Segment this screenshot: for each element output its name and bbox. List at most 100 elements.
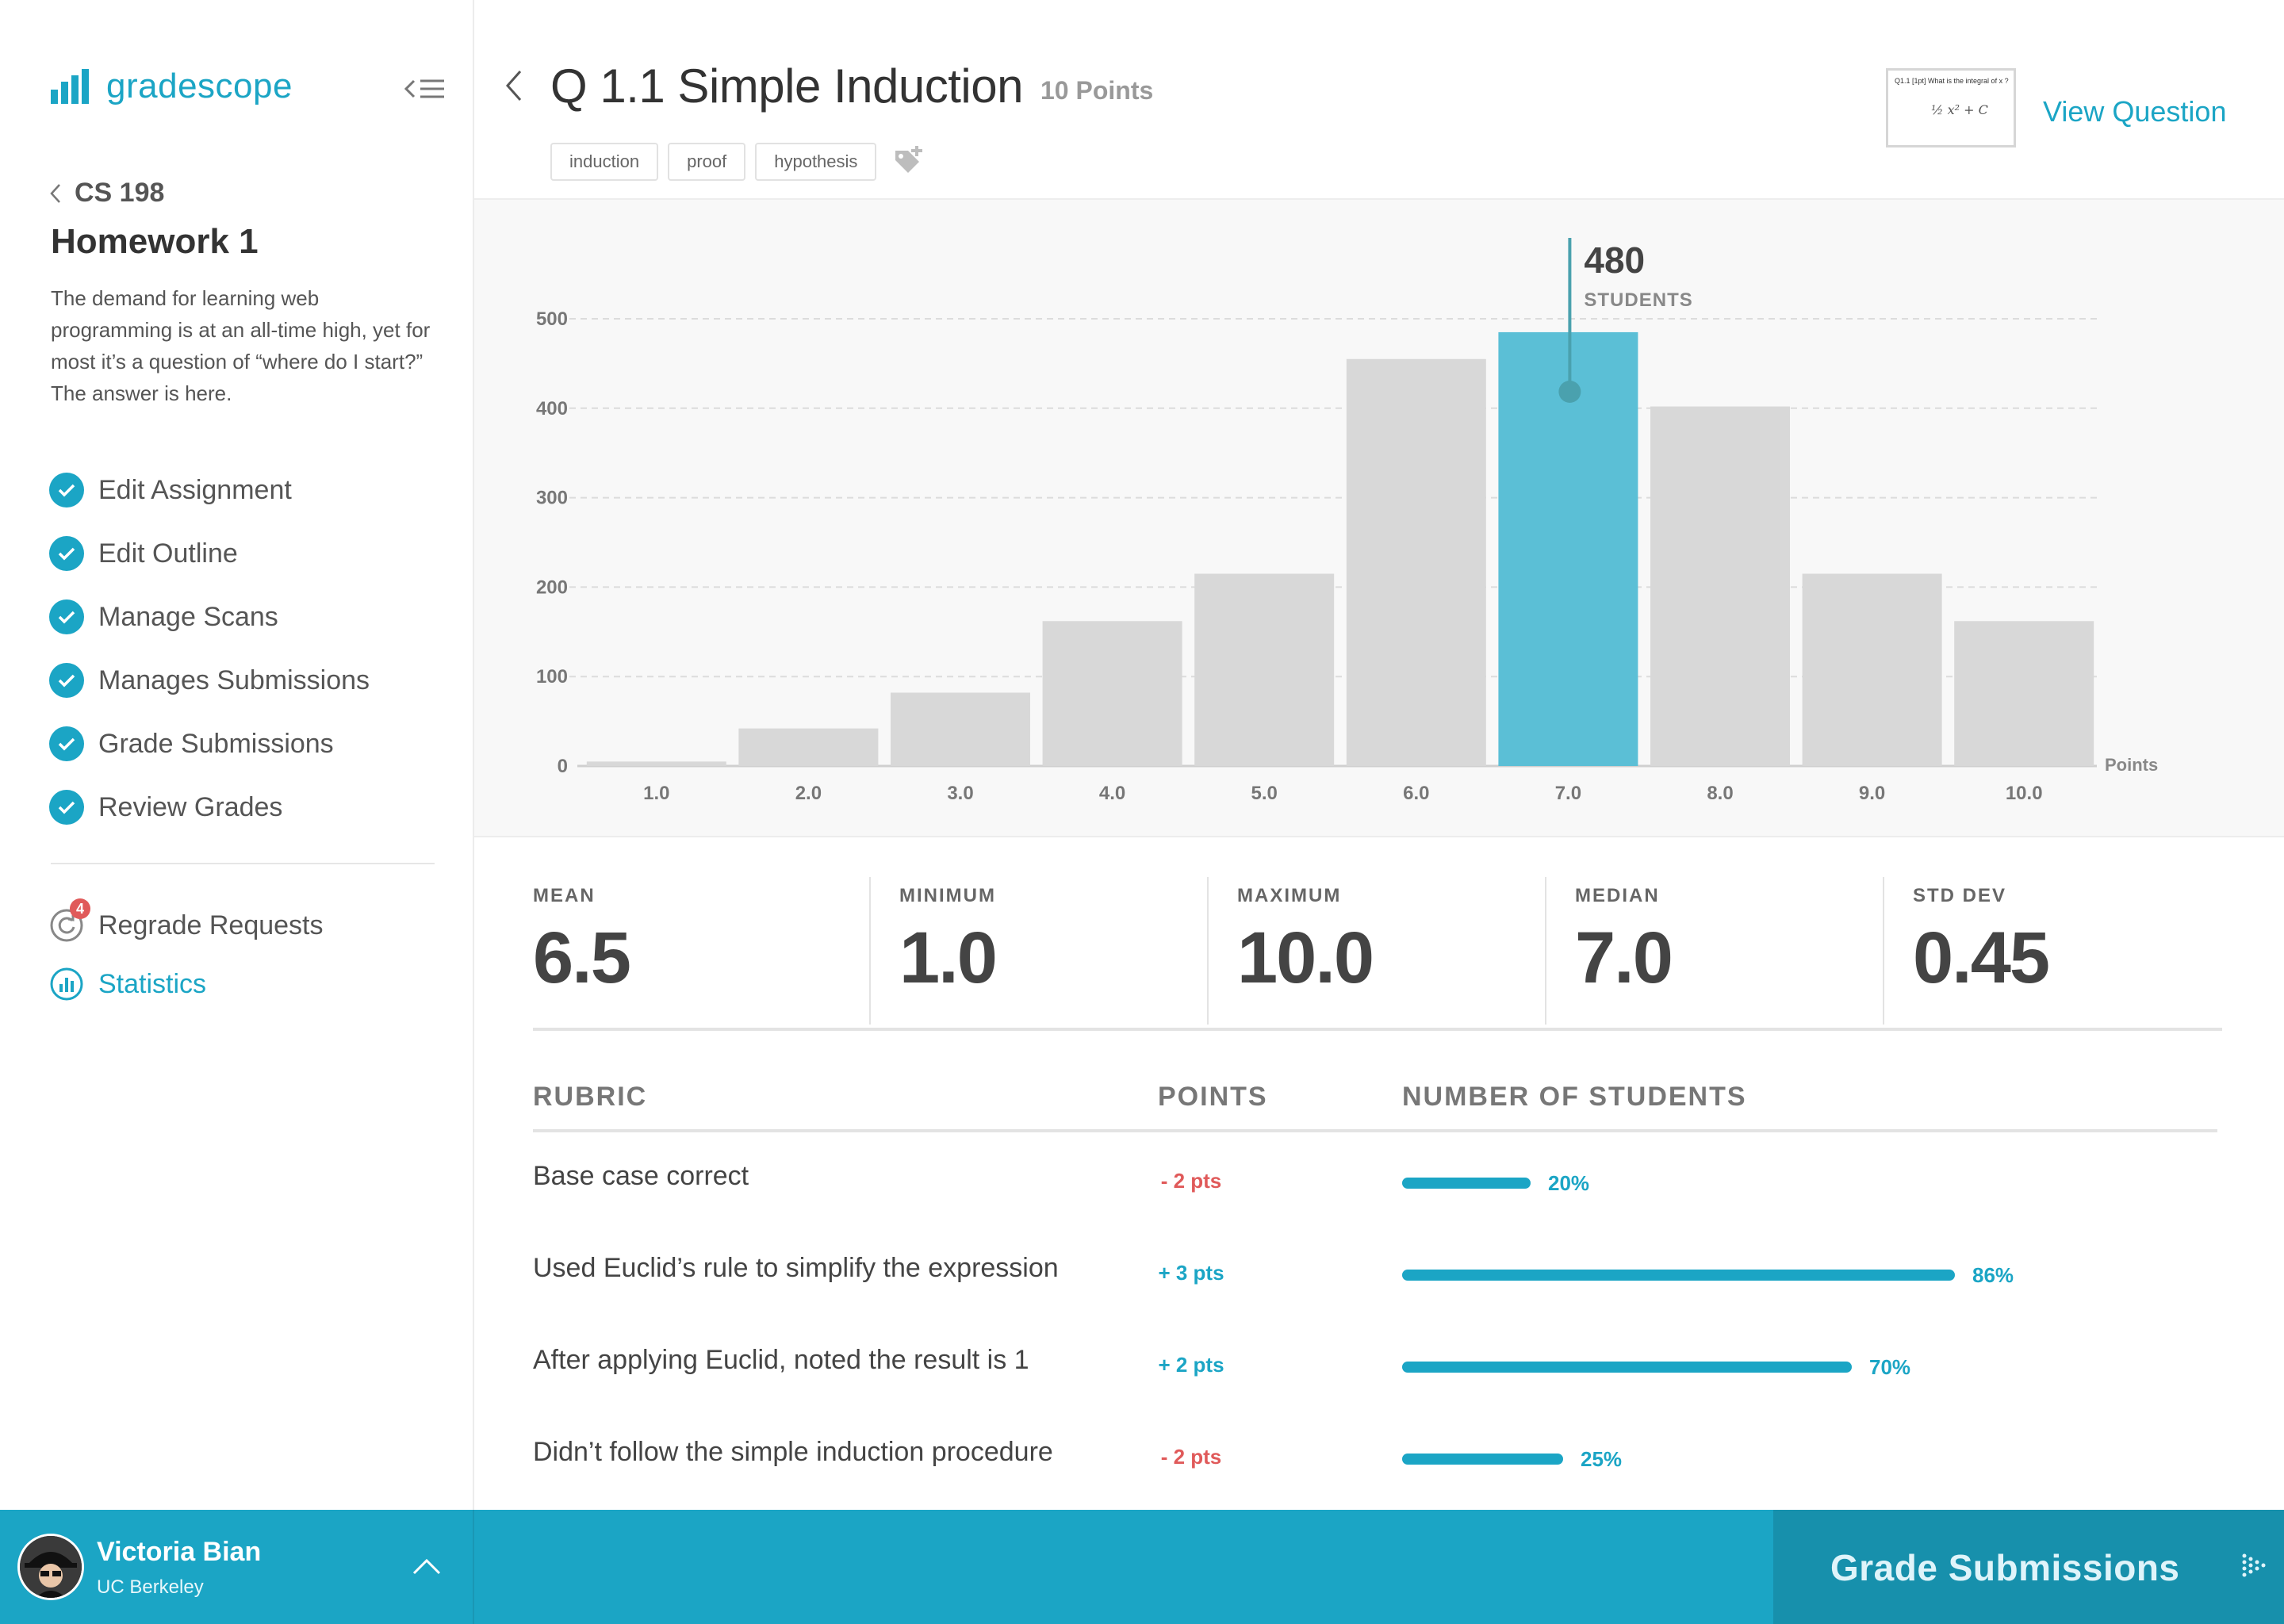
points-column-header: POINTS xyxy=(1158,1082,1268,1112)
nav-label: Regrade Requests xyxy=(98,910,324,940)
rubric-item-points: - 2 pts xyxy=(1160,1169,1222,1193)
chevron-up-icon xyxy=(412,1558,441,1575)
question-title: Q 1.1 Simple Induction xyxy=(550,59,1024,113)
nav-edit-outline[interactable]: Edit Outline xyxy=(49,522,446,585)
back-to-course-link[interactable]: CS 198 xyxy=(49,178,164,209)
user-menu-toggle[interactable] xyxy=(409,1553,444,1581)
tag[interactable]: induction xyxy=(550,143,659,181)
stat-median: MEDIAN 7.0 xyxy=(1545,877,1883,1025)
logo[interactable]: gradescope xyxy=(51,67,293,106)
rubric-item-points: - 2 pts xyxy=(1160,1445,1222,1469)
rubric-row[interactable]: Base case correct - 2 pts 20% xyxy=(533,1132,2217,1224)
student-percentage: 70% xyxy=(1402,1351,1910,1383)
stat-label: MEDIAN xyxy=(1575,885,1660,906)
tag[interactable]: hypothesis xyxy=(755,143,877,181)
bar-chart-icon xyxy=(50,967,83,1001)
assignment-description: The demand for learning web programming … xyxy=(51,286,431,405)
y-tick-label: 300 xyxy=(536,488,568,509)
stat-label: MAXIMUM xyxy=(1237,885,1342,906)
sidebar: gradescope CS 198 Homework 1 The demand … xyxy=(0,0,474,1510)
nav-label: Edit Assignment xyxy=(98,474,292,505)
course-name: CS 198 xyxy=(75,178,165,208)
user-footer: Victoria Bian UC Berkeley xyxy=(0,1510,474,1624)
rubric-item-label: After applying Euclid, noted the result … xyxy=(533,1345,1029,1375)
student-percentage: 20% xyxy=(1402,1167,1589,1199)
x-tick-label: 6.0 xyxy=(1403,783,1429,804)
nav-label: Manages Submissions xyxy=(98,665,370,695)
view-question-link[interactable]: View Question xyxy=(2043,95,2226,128)
y-tick-label: 400 xyxy=(536,398,568,419)
question-points: 10 Points xyxy=(1040,76,1154,105)
regrade-count-badge: 4 xyxy=(70,898,90,919)
rubric-table: RUBRIC POINTS NUMBER OF STUDENTS Base ca… xyxy=(533,1071,2217,1500)
stat-mean: MEAN 6.5 xyxy=(533,877,869,1025)
check-circle-icon xyxy=(49,790,84,825)
rubric-row[interactable]: After applying Euclid, noted the result … xyxy=(533,1316,2217,1408)
workflow-steps: Edit Assignment Edit Outline Manage Scan… xyxy=(49,458,446,839)
question-thumbnail[interactable]: Q1.1 [1pt] What is the integral of x ? ½… xyxy=(1886,68,2016,147)
histogram-bar xyxy=(1042,621,1182,766)
rubric-item-points: + 2 pts xyxy=(1158,1353,1224,1377)
back-button[interactable] xyxy=(504,68,523,107)
dotted-arrow-icon xyxy=(2242,1553,2266,1577)
percentage-label: 70% xyxy=(1869,1354,1911,1379)
rubric-item-label: Didn’t follow the simple induction proce… xyxy=(533,1437,1053,1467)
tag[interactable]: proof xyxy=(668,143,746,181)
tag-list: induction proof hypothesis xyxy=(550,143,924,181)
nav-manage-scans[interactable]: Manage Scans xyxy=(49,585,446,649)
stats-summary: MEAN 6.5 MINIMUM 1.0 MAXIMUM 10.0 MEDIAN… xyxy=(533,877,2222,1031)
check-circle-icon xyxy=(49,726,84,761)
nav-review-grades[interactable]: Review Grades xyxy=(49,776,446,839)
collapse-menu-icon xyxy=(404,79,444,98)
x-tick-label: 8.0 xyxy=(1707,783,1733,804)
grade-submissions-button[interactable]: Grade Submissions xyxy=(1773,1510,2284,1624)
nav-manage-submissions[interactable]: Manages Submissions xyxy=(49,649,446,712)
nav-edit-assignment[interactable]: Edit Assignment xyxy=(49,458,446,522)
percentage-label: 86% xyxy=(1972,1262,2014,1287)
histogram-bar xyxy=(738,728,879,766)
stat-value: 6.5 xyxy=(533,917,631,998)
percentage-bar xyxy=(1402,1270,1955,1281)
nav-regrade-requests[interactable]: 4 Regrade Requests xyxy=(49,896,446,955)
highlight-pin-dot xyxy=(1558,381,1581,403)
percentage-label: 20% xyxy=(1548,1170,1590,1195)
highlight-unit-label: STUDENTS xyxy=(1584,289,1692,311)
histogram-bar xyxy=(1346,358,1486,766)
chevron-left-icon xyxy=(505,71,522,101)
nav-statistics[interactable]: Statistics xyxy=(49,955,446,1013)
students-column-header: NUMBER OF STUDENTS xyxy=(1402,1082,1747,1112)
assignment-title: Homework 1 xyxy=(51,222,259,261)
main-content: Q 1.1 Simple Induction 10 Points inducti… xyxy=(474,0,2284,1510)
nav-grade-submissions[interactable]: Grade Submissions xyxy=(49,712,446,776)
nav-label: Grade Submissions xyxy=(98,728,334,759)
stat-std-dev: STD DEV 0.45 xyxy=(1883,877,2221,1025)
collapse-sidebar-button[interactable] xyxy=(403,75,447,103)
rubric-row[interactable]: Didn’t follow the simple induction proce… xyxy=(533,1408,2217,1500)
stat-value: 0.45 xyxy=(1913,917,2050,998)
thumbnail-formula: ½ x² + C xyxy=(1931,102,1988,117)
nav-label: Statistics xyxy=(98,968,207,999)
gradescope-logo-icon xyxy=(51,69,89,104)
rubric-header: RUBRIC POINTS NUMBER OF STUDENTS xyxy=(533,1071,2217,1132)
avatar[interactable] xyxy=(17,1534,84,1600)
stat-value: 10.0 xyxy=(1237,917,1374,998)
x-tick-label: 2.0 xyxy=(795,783,822,804)
grade-submissions-label: Grade Submissions xyxy=(1830,1547,2180,1588)
histogram-bar xyxy=(1650,406,1790,766)
percentage-bar xyxy=(1402,1454,1563,1465)
rubric-row[interactable]: Used Euclid’s rule to simplify the expre… xyxy=(533,1224,2217,1316)
score-histogram-chart: 0 100 200 300 400 500 1.0 2.0 3.0 4.0 5.0 6.0 7.0 8.0… xyxy=(536,238,2158,804)
percentage-label: 25% xyxy=(1581,1446,1623,1471)
percentage-bar xyxy=(1402,1178,1531,1189)
check-circle-icon xyxy=(49,473,84,508)
add-tag-icon[interactable] xyxy=(892,146,924,178)
x-tick-label: 3.0 xyxy=(947,783,973,804)
x-axis-label: Points xyxy=(2105,755,2158,775)
check-circle-icon xyxy=(49,599,84,634)
y-tick-label: 100 xyxy=(536,666,568,688)
y-tick-label: 500 xyxy=(536,308,568,330)
stat-minimum: MINIMUM 1.0 xyxy=(869,877,1207,1025)
check-circle-icon xyxy=(49,536,84,571)
y-tick-label: 200 xyxy=(536,576,568,598)
thumbnail-question-text: Q1.1 [1pt] What is the integral of x ? xyxy=(1895,77,2009,85)
